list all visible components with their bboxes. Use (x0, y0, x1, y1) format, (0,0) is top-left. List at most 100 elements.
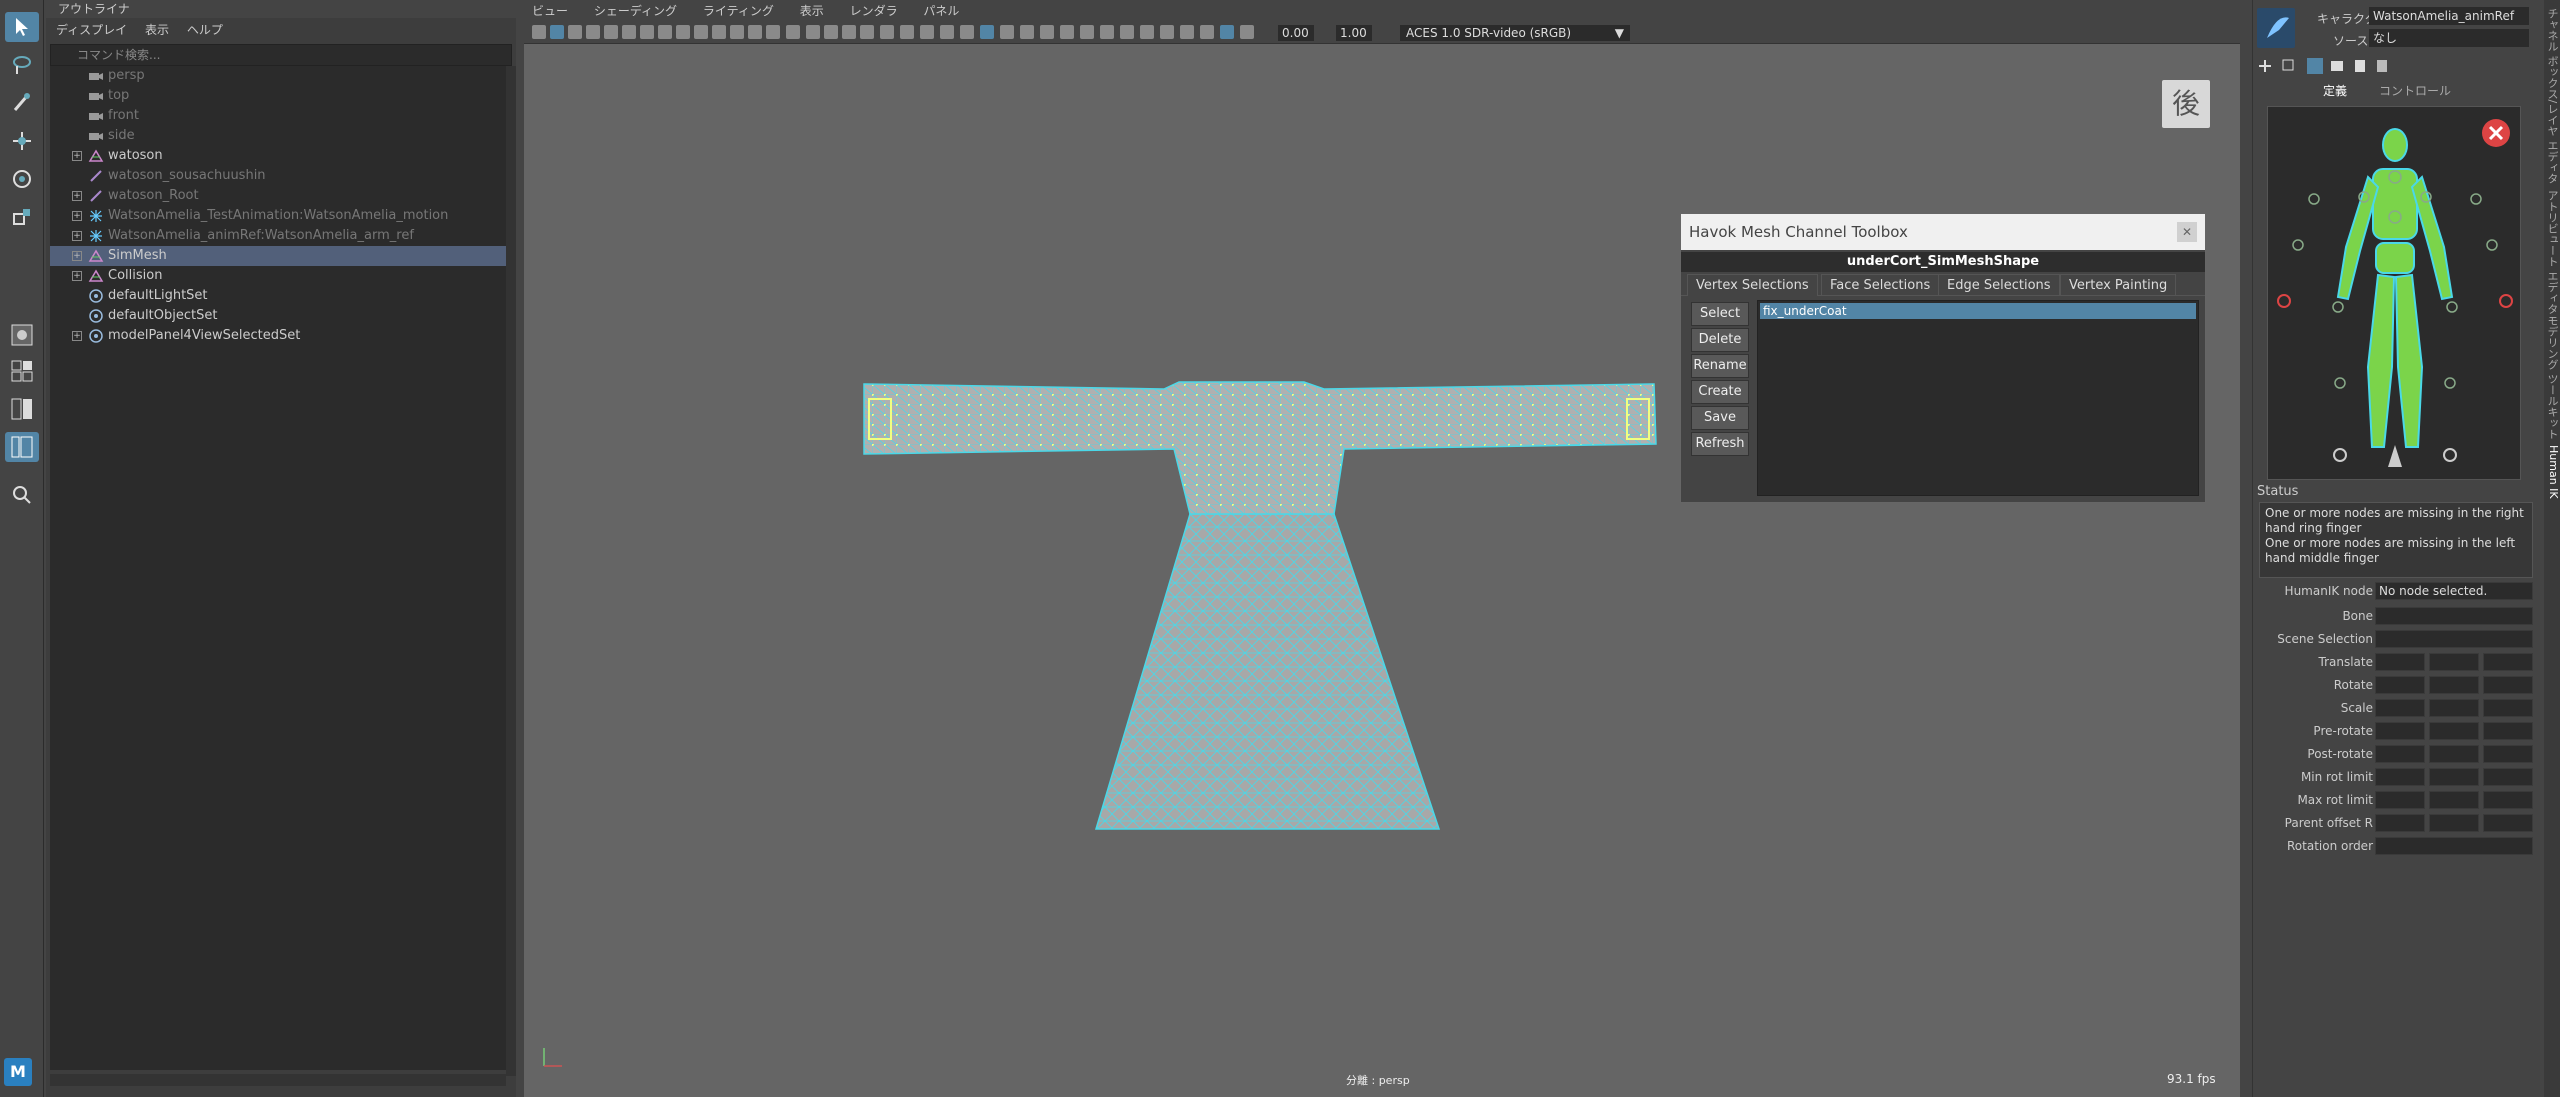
menu-view[interactable]: ビュー (532, 4, 568, 18)
viewport-toolbar-icon[interactable] (786, 25, 800, 39)
property-field[interactable] (2375, 676, 2425, 694)
rename-button[interactable]: Rename (1691, 354, 1749, 378)
property-field[interactable] (2375, 607, 2533, 625)
viewport-toolbar-icon[interactable] (824, 25, 838, 39)
viewport-toolbar-icon[interactable] (842, 25, 856, 39)
outliner-item[interactable]: top (50, 86, 506, 106)
menu-show[interactable]: 表示 (800, 4, 824, 18)
refresh-button[interactable]: Refresh (1691, 432, 1749, 456)
tab-vertex-painting[interactable]: Vertex Painting (2060, 274, 2177, 296)
outliner-item[interactable]: watoson_sousachuushin (50, 166, 506, 186)
select-button[interactable]: Select (1691, 302, 1749, 326)
viewport-toolbar-icon[interactable] (1020, 25, 1034, 39)
property-field[interactable] (2483, 745, 2533, 763)
viewport-toolbar-icon[interactable] (806, 25, 820, 39)
property-field[interactable] (2483, 791, 2533, 809)
viewport-toolbar-icon[interactable] (1040, 25, 1054, 39)
viewport-toolbar-icon[interactable] (1000, 25, 1014, 39)
character-select[interactable]: WatsonAmelia_animRef (2369, 7, 2529, 25)
paint-select-tool-icon[interactable] (5, 88, 39, 118)
property-field[interactable] (2483, 814, 2533, 832)
property-field[interactable] (2429, 653, 2479, 671)
viewport-toolbar-icon[interactable] (1080, 25, 1094, 39)
viewport-toolbar-icon[interactable] (1240, 25, 1254, 39)
exposure-field[interactable]: 0.00 (1278, 25, 1314, 41)
scale-tool-icon[interactable] (5, 202, 39, 232)
rotate-tool-icon[interactable] (5, 164, 39, 194)
tab-vertex-selections[interactable]: Vertex Selections (1687, 274, 1818, 296)
viewport-toolbar-icon[interactable] (694, 25, 708, 39)
tab-face-selections[interactable]: Face Selections (1821, 274, 1940, 296)
humanik-node-field[interactable]: No node selected. (2375, 582, 2533, 600)
four-view-icon[interactable] (5, 356, 39, 386)
outliner-item[interactable]: + Collision (50, 266, 506, 286)
outliner-item[interactable]: + WatsonAmelia_animRef:WatsonAmelia_arm_r… (50, 226, 506, 246)
property-field[interactable] (2483, 699, 2533, 717)
tab-human-ik[interactable]: Human IK (2544, 445, 2560, 499)
viewport-toolbar-icon[interactable] (766, 25, 780, 39)
viewport-toolbar-icon[interactable] (1200, 25, 1214, 39)
property-field[interactable] (2375, 630, 2533, 648)
tab-controls[interactable]: コントロール (2379, 82, 2451, 99)
viewport-toolbar-icon[interactable] (658, 25, 672, 39)
property-field[interactable] (2375, 699, 2425, 717)
outliner-item[interactable]: defaultLightSet (50, 286, 506, 306)
menu-show[interactable]: 表示 (145, 23, 169, 37)
delete-button[interactable]: Delete (1691, 328, 1749, 352)
viewport-toolbar-icon[interactable] (960, 25, 974, 39)
outliner-item[interactable]: persp (50, 66, 506, 86)
viewport-toolbar-icon[interactable] (860, 25, 874, 39)
viewport-toolbar-icon[interactable] (1180, 25, 1194, 39)
gamma-field[interactable]: 1.00 (1336, 25, 1372, 41)
viewport-toolbar-icon[interactable] (730, 25, 744, 39)
viewport-toolbar-icon[interactable] (1100, 25, 1114, 39)
property-field[interactable] (2375, 722, 2425, 740)
property-field[interactable] (2483, 768, 2533, 786)
expand-icon[interactable]: + (72, 211, 82, 221)
outliner-item[interactable]: + watoson_Root (50, 186, 506, 206)
viewport-toolbar-icon[interactable] (640, 25, 654, 39)
tab-channel-box[interactable]: チャネル ボックス/レイヤ エディタ (2544, 8, 2560, 184)
expand-icon[interactable]: + (72, 331, 82, 341)
tab-edge-selections[interactable]: Edge Selections (1938, 274, 2060, 296)
outliner-item[interactable]: + WatsonAmelia_TestAnimation:WatsonAmelia… (50, 206, 506, 226)
source-select[interactable]: なし (2369, 29, 2529, 47)
viewport-toolbar-icon[interactable] (980, 25, 994, 39)
outliner-item[interactable]: front (50, 106, 506, 126)
outliner-horizontal-scrollbar[interactable] (50, 1074, 506, 1086)
menu-panels[interactable]: パネル (923, 4, 959, 18)
hik-toolbar-icons[interactable] (2259, 56, 2459, 76)
property-field[interactable] (2375, 768, 2425, 786)
tab-modeling-toolkit[interactable]: モデリング ツールキット (2544, 315, 2560, 440)
select-tool-icon[interactable] (5, 12, 39, 42)
property-field[interactable] (2429, 814, 2479, 832)
outliner-item[interactable]: + SimMesh (50, 246, 506, 266)
expand-icon[interactable]: + (72, 191, 82, 201)
viewport-toolbar-icon[interactable] (550, 25, 564, 39)
search-icon[interactable] (5, 480, 39, 510)
property-field[interactable] (2429, 768, 2479, 786)
menu-shading[interactable]: シェーディング (594, 4, 677, 18)
save-button[interactable]: Save (1691, 406, 1749, 430)
outliner-item[interactable]: defaultObjectSet (50, 306, 506, 326)
tab-definition[interactable]: 定義 (2323, 82, 2347, 99)
viewport-toolbar-icon[interactable] (604, 25, 618, 39)
viewport-toolbar-icon[interactable] (1220, 25, 1234, 39)
property-field[interactable] (2429, 722, 2479, 740)
property-field[interactable] (2429, 745, 2479, 763)
property-field[interactable] (2483, 676, 2533, 694)
outliner-layout-icon[interactable] (5, 432, 39, 462)
viewport-toolbar-icon[interactable] (1140, 25, 1154, 39)
single-view-icon[interactable] (5, 320, 39, 350)
menu-lighting[interactable]: ライティング (703, 4, 774, 18)
viewport-toolbar-icon[interactable] (920, 25, 934, 39)
view-cube[interactable]: 後 (2162, 80, 2210, 128)
viewport-toolbar-icon[interactable] (880, 25, 894, 39)
property-field[interactable] (2375, 791, 2425, 809)
character-figure-map[interactable] (2267, 106, 2521, 480)
property-field[interactable] (2483, 653, 2533, 671)
viewport-toolbar-icon[interactable] (532, 25, 546, 39)
outliner-item[interactable]: + modelPanel4ViewSelectedSet (50, 326, 506, 346)
viewport-toolbar-icon[interactable] (712, 25, 726, 39)
property-field[interactable] (2429, 699, 2479, 717)
